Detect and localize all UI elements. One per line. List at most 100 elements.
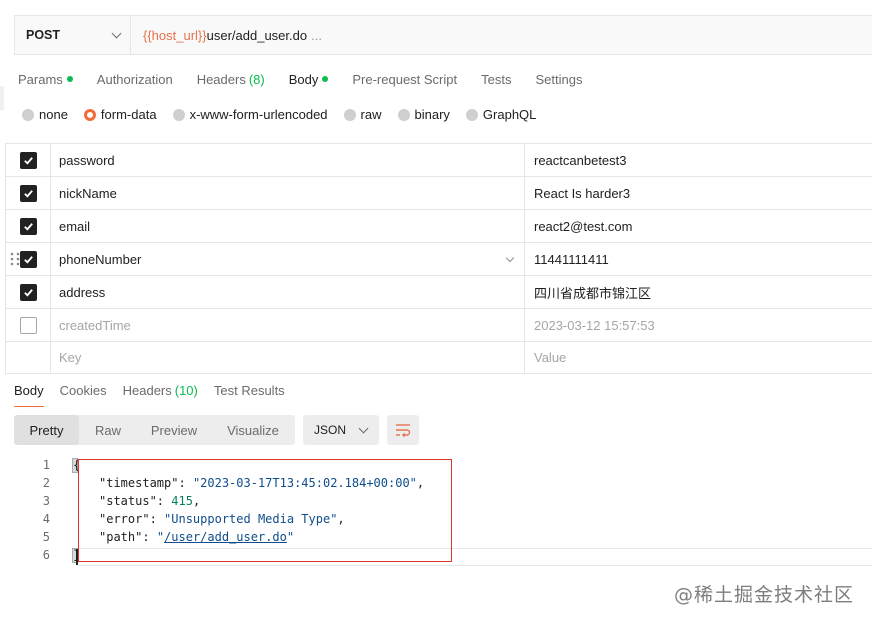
value-cell[interactable]: react2@test.com bbox=[525, 210, 872, 242]
param-value: 四川省成都市锦江区 bbox=[534, 285, 652, 301]
radio-button[interactable] bbox=[22, 108, 34, 121]
tab-count: (10) bbox=[174, 383, 198, 398]
tab-response-headers[interactable]: Headers (10) bbox=[123, 383, 198, 399]
method-select[interactable]: POST bbox=[15, 16, 131, 54]
chevron-down-icon bbox=[111, 28, 122, 38]
key-cell[interactable]: address bbox=[51, 276, 525, 308]
param-value: 2023-03-12 15:57:53 bbox=[534, 317, 655, 333]
view-label: Raw bbox=[94, 422, 121, 438]
tab-response-body[interactable]: Body bbox=[14, 383, 44, 407]
radio-button[interactable] bbox=[343, 108, 356, 121]
tab-settings[interactable]: Settings bbox=[535, 71, 582, 87]
tab-pre-request-script[interactable]: Pre-request Script bbox=[352, 71, 457, 87]
format-select[interactable]: JSON bbox=[303, 415, 379, 445]
radio-label: form-data bbox=[100, 107, 157, 122]
checkbox-checked[interactable] bbox=[19, 184, 37, 202]
tab-headers[interactable]: Headers (8) bbox=[197, 71, 265, 87]
radio-label: x-www-form-urlencoded bbox=[189, 107, 328, 122]
drag-handle-icon[interactable] bbox=[10, 252, 20, 266]
response-tabs: Body Cookies Headers (10) Test Results bbox=[14, 383, 301, 407]
radio-graphql[interactable]: GraphQL bbox=[465, 107, 536, 122]
radio-button[interactable] bbox=[465, 108, 478, 121]
line-number: 5 bbox=[42, 530, 50, 544]
row-checkbox-cell bbox=[5, 309, 51, 341]
value-cell[interactable]: Value bbox=[525, 342, 872, 373]
table-row: password reactcanbetest3 bbox=[5, 144, 872, 177]
checkbox-checked[interactable] bbox=[19, 151, 37, 169]
param-key: email bbox=[59, 218, 91, 234]
chevron-down-icon[interactable] bbox=[505, 253, 515, 262]
param-value: React Is harder3 bbox=[534, 185, 631, 201]
watermark: @稀土掘金技术社区 bbox=[673, 584, 854, 606]
tab-label: Params bbox=[18, 71, 63, 87]
table-row: address 四川省成都市锦江区 bbox=[5, 276, 872, 309]
view-preview[interactable]: Preview bbox=[137, 415, 211, 445]
view-visualize[interactable]: Visualize bbox=[211, 415, 295, 445]
radio-binary[interactable]: binary bbox=[397, 107, 450, 122]
value-cell[interactable]: 2023-03-12 15:57:53 bbox=[525, 309, 872, 341]
checkbox-checked[interactable] bbox=[19, 217, 37, 235]
row-checkbox-cell bbox=[5, 210, 51, 242]
value-cell[interactable]: 四川省成都市锦江区 bbox=[525, 276, 872, 308]
key-cell[interactable]: Key bbox=[51, 342, 525, 373]
checkbox-unchecked[interactable] bbox=[19, 316, 37, 334]
tab-body[interactable]: Body bbox=[289, 71, 329, 87]
key-cell[interactable]: password bbox=[51, 144, 525, 176]
radio-x-www-form-urlencoded[interactable]: x-www-form-urlencoded bbox=[172, 107, 328, 122]
checkbox-checked[interactable] bbox=[19, 283, 37, 301]
param-key: createdTime bbox=[59, 317, 131, 333]
tab-label: Body bbox=[288, 71, 319, 87]
chevron-down-icon bbox=[358, 423, 369, 433]
tab-count: (8) bbox=[248, 71, 265, 87]
table-row: phoneNumber 11441111411 bbox=[5, 243, 872, 276]
key-cell[interactable]: email bbox=[51, 210, 525, 242]
row-checkbox-cell bbox=[5, 243, 51, 275]
radio-button-selected[interactable] bbox=[83, 108, 96, 121]
param-key: phoneNumber bbox=[59, 251, 142, 267]
tab-label: Authorization bbox=[96, 71, 173, 87]
key-cell[interactable]: createdTime bbox=[51, 309, 525, 341]
tab-label: Tests bbox=[481, 71, 512, 87]
tab-authorization[interactable]: Authorization bbox=[97, 71, 173, 87]
active-dot-icon bbox=[322, 76, 329, 82]
checkbox-checked[interactable] bbox=[19, 250, 37, 268]
value-placeholder: Value bbox=[534, 350, 567, 365]
view-label: Preview bbox=[150, 422, 198, 438]
tab-label: Headers bbox=[122, 383, 172, 398]
tab-tests[interactable]: Tests bbox=[481, 71, 511, 87]
view-label: Visualize bbox=[227, 422, 279, 438]
param-key: nickName bbox=[59, 185, 117, 201]
param-key: address bbox=[59, 284, 106, 300]
line-number: 1 bbox=[42, 458, 50, 472]
value-cell[interactable]: 11441111411 bbox=[525, 243, 872, 275]
url-ellipsis: ... bbox=[311, 27, 322, 43]
value-cell[interactable]: reactcanbetest3 bbox=[525, 144, 872, 176]
line-number: 6 bbox=[42, 548, 50, 562]
tab-label: Settings bbox=[535, 71, 583, 87]
tab-label: Test Results bbox=[213, 383, 285, 398]
tab-cookies[interactable]: Cookies bbox=[60, 383, 107, 399]
value-cell[interactable]: React Is harder3 bbox=[525, 177, 872, 209]
view-label: Pretty bbox=[29, 422, 64, 438]
radio-button[interactable] bbox=[172, 108, 185, 121]
wrap-lines-button[interactable] bbox=[387, 415, 419, 445]
radio-form-data[interactable]: form-data bbox=[83, 107, 157, 122]
tab-test-results[interactable]: Test Results bbox=[214, 383, 285, 399]
radio-button[interactable] bbox=[397, 108, 410, 121]
view-mode-segmented: Pretty Raw Preview Visualize bbox=[14, 415, 295, 445]
radio-label: binary bbox=[414, 107, 450, 122]
form-data-table: password reactcanbetest3 nickName React … bbox=[5, 143, 872, 374]
url-input[interactable]: {{host_url}} user/add_user.do ... bbox=[131, 16, 872, 54]
key-cell[interactable]: nickName bbox=[51, 177, 525, 209]
tab-label: Cookies bbox=[59, 383, 107, 398]
radio-raw[interactable]: raw bbox=[343, 107, 382, 122]
key-cell[interactable]: phoneNumber bbox=[51, 243, 525, 275]
table-row-new: Key Value bbox=[5, 342, 872, 374]
view-pretty[interactable]: Pretty bbox=[14, 415, 79, 445]
radio-none[interactable]: none bbox=[22, 107, 68, 122]
tab-label: Headers bbox=[196, 71, 246, 87]
line-number: 3 bbox=[42, 494, 50, 508]
view-raw[interactable]: Raw bbox=[79, 415, 137, 445]
tab-label: Pre-request Script bbox=[352, 71, 458, 87]
tab-params[interactable]: Params bbox=[18, 71, 73, 87]
